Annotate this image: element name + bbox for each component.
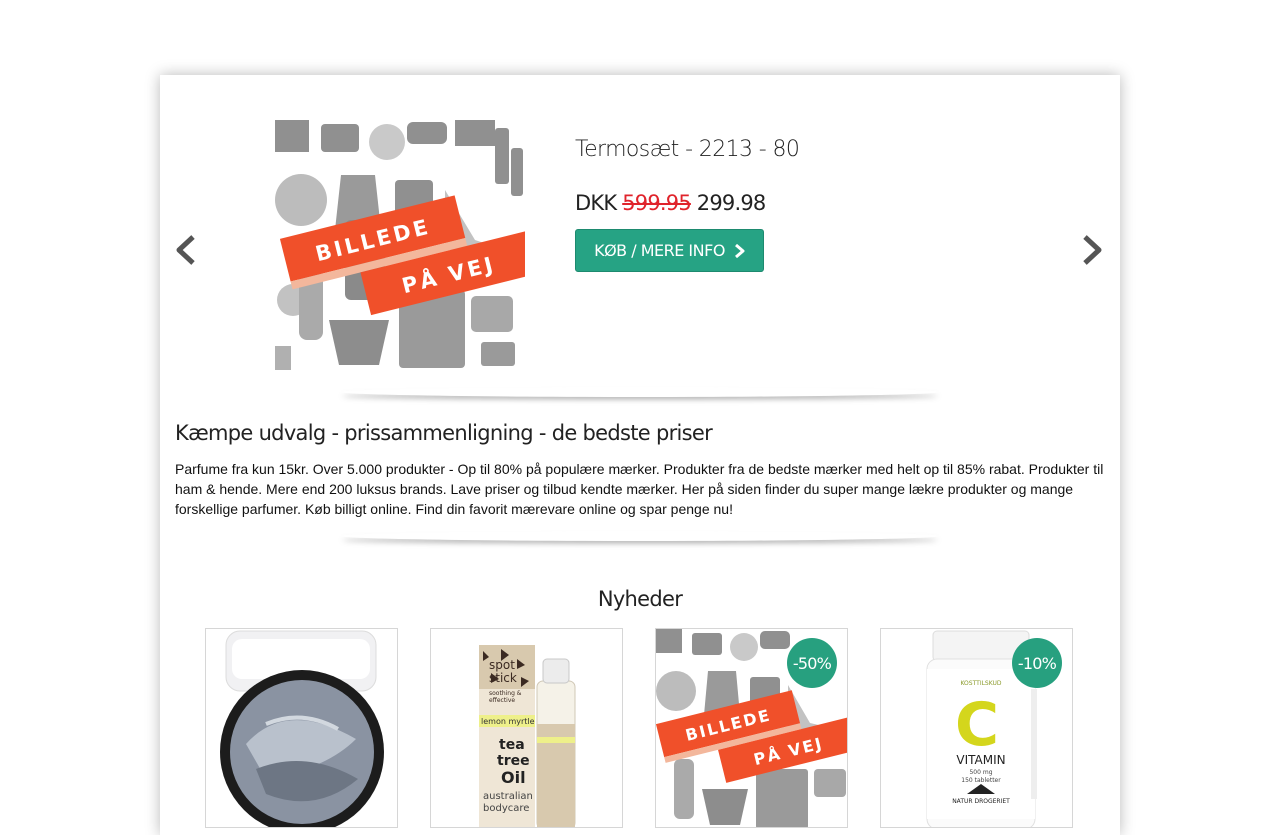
product-card[interactable]: BILLEDE PÅ VEJ -50% [655, 628, 848, 828]
new-price: 299.98 [696, 191, 766, 215]
buy-button-label: KØB / MERE INFO [594, 241, 725, 260]
chevron-left-icon [176, 235, 195, 265]
product-card[interactable] [205, 628, 398, 828]
pack-text: bodycare [483, 803, 529, 814]
buy-more-info-button[interactable]: KØB / MERE INFO [575, 229, 764, 272]
pack-text: 150 tabletter [961, 777, 1001, 784]
section-divider [340, 387, 940, 397]
section-divider [340, 531, 940, 541]
carousel-prev-button[interactable] [174, 235, 198, 265]
pack-text: VITAMIN [956, 753, 1005, 767]
chevron-right-icon [734, 243, 745, 258]
pack-text: tree [497, 753, 530, 769]
product-card[interactable]: KOSTTILSKUD C VITAMIN 500 mg 150 tablett… [880, 628, 1073, 828]
carousel-next-button[interactable] [1080, 235, 1104, 265]
pack-text: KOSTTILSKUD [960, 680, 1001, 687]
intro-text: Parfume fra kun 15kr. Over 5.000 produkt… [175, 461, 1104, 517]
pack-text: C [955, 690, 999, 760]
news-heading: Nyheder [597, 587, 683, 611]
pack-text: australian [483, 791, 533, 802]
pack-text: 500 mg [969, 769, 992, 776]
product-carousel: BILLEDE PÅ VEJ Termosæt - 2213 - 80 DKK … [160, 75, 1120, 395]
discount-badge: -50% [787, 638, 837, 688]
main-content-card: BILLEDE PÅ VEJ Termosæt - 2213 - 80 DKK … [160, 75, 1120, 835]
pack-text: stick [489, 671, 517, 685]
eyeshadow-image [220, 630, 384, 827]
pack-text: tea [499, 737, 525, 753]
pack-text: NATUR DROGERIET [952, 798, 1010, 805]
intro-heading: Kæmpe udvalg - prissammenligning - de be… [175, 421, 713, 445]
price-row: DKK 599.95 299.98 [575, 191, 766, 215]
old-price: 599.95 [622, 191, 691, 215]
pack-text: effective [489, 697, 515, 704]
product-card[interactable]: spot stick soothing & effective lemon my… [430, 628, 623, 828]
spot-stick-image: spot stick soothing & effective lemon my… [479, 645, 576, 827]
chevron-right-icon [1083, 235, 1102, 265]
currency-label: DKK [575, 191, 617, 215]
product-title[interactable]: Termosæt - 2213 - 80 [575, 137, 800, 162]
pack-text: spot [489, 658, 515, 672]
pack-text: Oil [501, 768, 526, 787]
image-placeholder: BILLEDE PÅ VEJ [275, 120, 525, 370]
product-image[interactable]: BILLEDE PÅ VEJ [275, 120, 525, 370]
pack-text: soothing & [489, 690, 522, 697]
discount-badge: -10% [1012, 638, 1062, 688]
pack-text: lemon myrtle [481, 717, 535, 726]
